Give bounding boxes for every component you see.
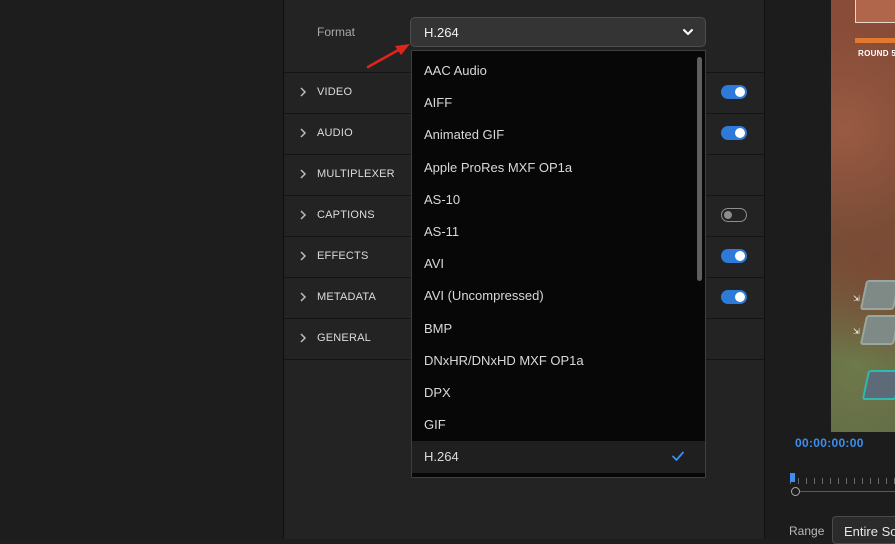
chevron-right-icon: [300, 169, 307, 179]
option-label: Animated GIF: [424, 127, 505, 143]
player-icon: ⇲: [853, 294, 860, 303]
video-preview: ROUND 5 ⇲ ⇲: [831, 0, 895, 432]
format-option[interactable]: BMP: [412, 313, 705, 345]
captions-export-toggle[interactable]: [721, 208, 747, 222]
chevron-right-icon: [300, 210, 307, 220]
format-option[interactable]: Animated GIF: [412, 119, 705, 151]
format-option-selected[interactable]: H.264: [412, 441, 705, 474]
section-label: AUDIO: [317, 127, 353, 139]
format-option[interactable]: AS-10: [412, 184, 705, 216]
section-label: MULTIPLEXER: [317, 168, 395, 180]
chevron-right-icon: [300, 333, 307, 343]
option-label: AVI (Uncompressed): [424, 288, 544, 304]
section-label: CAPTIONS: [317, 209, 375, 221]
option-label: AIFF: [424, 95, 453, 111]
chevron-down-icon: [683, 29, 693, 35]
format-option[interactable]: AIFF: [412, 87, 705, 119]
chevron-right-icon: [300, 87, 307, 97]
section-label: EFFECTS: [317, 250, 369, 262]
format-value: H.264: [424, 25, 459, 40]
format-option[interactable]: Apple ProRes MXF OP1a: [412, 152, 705, 184]
format-dropdown-list: AAC Audio AIFF Animated GIF Apple ProRes…: [411, 50, 706, 478]
range-label: Range: [789, 524, 825, 538]
option-label: BMP: [424, 320, 453, 336]
section-label: GENERAL: [317, 332, 371, 344]
playhead-marker[interactable]: [790, 473, 795, 482]
timeline-scrubber[interactable]: [790, 470, 895, 500]
squad-portrait: [859, 280, 895, 310]
effects-export-toggle[interactable]: [721, 249, 747, 263]
timeline-track: [796, 491, 895, 492]
squad-portrait: [861, 370, 895, 400]
format-option[interactable]: GIF: [412, 409, 705, 441]
chevron-right-icon: [300, 128, 307, 138]
round-label: ROUND 5: [858, 49, 895, 58]
video-export-toggle[interactable]: [721, 85, 747, 99]
in-point-handle[interactable]: [791, 487, 800, 496]
chevron-right-icon: [300, 251, 307, 261]
audio-export-toggle[interactable]: [721, 126, 747, 140]
option-label: AS-11: [424, 223, 460, 239]
chevron-right-icon: [300, 292, 307, 302]
option-label: Apple ProRes MXF OP1a: [424, 159, 573, 175]
option-label: AAC Audio: [424, 63, 487, 78]
range-dropdown[interactable]: Entire Source: [832, 516, 895, 544]
left-panel: [0, 0, 284, 539]
format-option[interactable]: AAC Audio: [412, 55, 705, 87]
hud-panel: [855, 0, 895, 23]
round-progress: [855, 38, 895, 43]
section-label: METADATA: [317, 291, 377, 303]
metadata-export-toggle[interactable]: [721, 290, 747, 304]
format-option[interactable]: DNxHR/DNxHD MXF OP1a: [412, 345, 705, 377]
format-label: Format: [317, 25, 356, 39]
checkmark-icon: [672, 451, 684, 462]
player-icon: ⇲: [853, 327, 860, 336]
format-option[interactable]: AVI: [412, 248, 705, 280]
timecode-display: 00:00:00:00: [795, 436, 864, 450]
option-label: H.264: [424, 449, 459, 465]
option-label: AVI: [424, 256, 444, 272]
format-option[interactable]: AS-11: [412, 216, 705, 248]
format-dropdown[interactable]: H.264: [410, 17, 706, 47]
timeline-ticks: [790, 478, 895, 484]
dropdown-scrollbar[interactable]: [697, 57, 702, 281]
section-label: VIDEO: [317, 86, 353, 98]
option-label: GIF: [424, 417, 446, 433]
option-label: AS-10: [424, 191, 461, 207]
range-value: Entire Source: [844, 524, 895, 539]
format-option[interactable]: AVI (Uncompressed): [412, 280, 705, 312]
option-label: DNxHR/DNxHD MXF OP1a: [424, 352, 584, 368]
option-label: DPX: [424, 384, 451, 400]
format-option[interactable]: DPX: [412, 377, 705, 409]
squad-portrait: [859, 315, 895, 345]
